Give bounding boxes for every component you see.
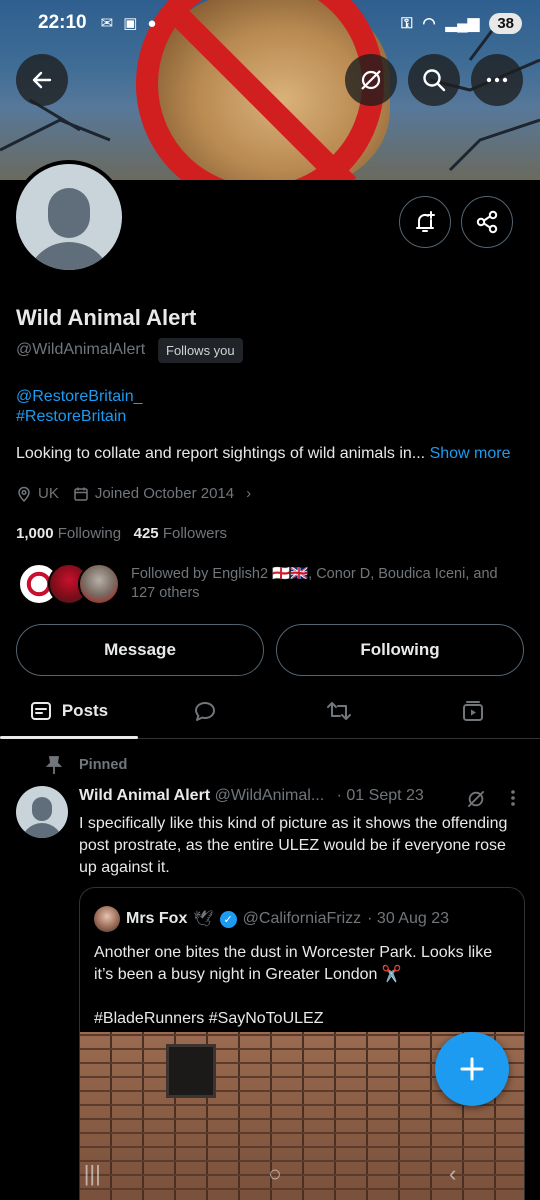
more-options-button[interactable] (471, 54, 523, 106)
followed-by-text[interactable]: Followed by English2 🏴󠁧󠁢󠁥󠁮󠁧󠁿🇬🇧, Conor D,… (131, 565, 521, 603)
quoted-post-date: · 30 Aug 23 (367, 910, 449, 927)
key-icon: ⚿ (401, 14, 413, 32)
profile-page: 22:10 ✉ ▣ ● ⚿ ◠ ▂▄▆ 38 Wild Animal Alert… (0, 0, 540, 1200)
post-header: Wild Animal Alert @WildAnimal... · 01 Se… (79, 787, 424, 805)
location-pin-icon (18, 486, 30, 502)
bio-hashtag-link[interactable]: #RestoreBritain (16, 408, 126, 426)
followed-by-avatars[interactable] (18, 563, 128, 605)
grok-post-icon[interactable] (465, 788, 487, 810)
search-icon (423, 69, 446, 92)
show-more-link[interactable]: Show more (430, 445, 511, 462)
profile-bio: Looking to collate and report sightings … (16, 445, 511, 463)
active-tab-indicator (0, 736, 138, 739)
quoted-post-header: Mrs Fox 🕊 ✓ @CaliforniaFrizz · 30 Aug 23 (94, 906, 449, 932)
post-more-icon[interactable] (508, 788, 518, 808)
followers-count-link[interactable]: 425 Followers (134, 525, 227, 542)
share-button[interactable] (461, 196, 513, 248)
compose-post-button[interactable] (435, 1032, 509, 1106)
grok-button[interactable] (345, 54, 397, 106)
verified-badge-icon: ✓ (219, 910, 237, 928)
share-icon (476, 210, 498, 234)
pinned-label: Pinned (79, 757, 128, 773)
post-author-avatar[interactable] (16, 786, 68, 838)
system-nav-bar: ||| ○ ‹ (0, 1148, 540, 1200)
battery-indicator: 38 (489, 12, 522, 34)
following-count: 1,000 (16, 525, 54, 542)
quoted-author-name: Mrs Fox (126, 910, 188, 927)
tab-reposts[interactable] (272, 683, 406, 739)
grok-icon (361, 70, 381, 90)
wall-window (166, 1044, 216, 1098)
more-icon (486, 77, 508, 83)
status-bar: 22:10 ✉ ▣ ● ⚿ ◠ ▂▄▆ 38 (0, 0, 540, 46)
bio-mention-link[interactable]: @RestoreBritain_ (16, 388, 143, 406)
profile-name: Wild Animal Alert (16, 305, 197, 330)
following-button[interactable]: Following (276, 624, 524, 676)
posts-icon (30, 702, 51, 720)
post-author-handle[interactable]: @WildAnimal... (215, 787, 325, 804)
profile-meta: UK Joined October 2014 › (16, 485, 251, 502)
tab-media[interactable] (406, 683, 540, 739)
signal-icon: ▂▄▆ (445, 15, 480, 32)
default-avatar (16, 164, 122, 270)
quoted-post-text: Another one bites the dust in Worcester … (94, 942, 514, 1030)
screenshot-icon: ▣ (123, 15, 138, 32)
quoted-post-hashtags[interactable]: #BladeRunners #SayNoToULEZ (94, 1008, 514, 1030)
followers-label: Followers (162, 525, 227, 542)
post-text: I specifically like this kind of picture… (79, 815, 508, 876)
status-time: 22:10 (38, 12, 87, 33)
bio-text: Looking to collate and report sightings … (16, 445, 426, 462)
follows-you-badge: Follows you (158, 338, 243, 363)
quoted-post-body: Another one bites the dust in Worcester … (94, 944, 493, 983)
profile-avatar[interactable] (12, 160, 126, 274)
message-button[interactable]: Message (16, 624, 264, 676)
recent-apps-icon[interactable]: ||| (84, 1161, 101, 1187)
profile-joined: Joined October 2014 (94, 485, 235, 502)
notifications-subscribe-button[interactable] (399, 196, 451, 248)
news-icon: ● (147, 14, 157, 32)
back-button[interactable] (16, 54, 68, 106)
following-label: Following (57, 525, 122, 542)
post-date[interactable]: · 01 Sept 23 (337, 787, 424, 804)
repost-icon (327, 702, 351, 720)
home-icon[interactable]: ○ (268, 1161, 281, 1187)
profile-location: UK (38, 485, 59, 502)
reply-icon (195, 702, 215, 721)
plus-icon (460, 1057, 484, 1081)
search-button[interactable] (408, 54, 460, 106)
tab-replies[interactable] (138, 683, 272, 739)
notification-icon: ✉ (100, 15, 114, 32)
follower-avatar (78, 563, 120, 605)
bell-plus-icon (416, 211, 435, 232)
calendar-icon (74, 487, 88, 501)
back-nav-icon[interactable]: ‹ (449, 1161, 456, 1187)
tab-posts[interactable]: Posts (0, 683, 138, 739)
post-author-name[interactable]: Wild Animal Alert (79, 787, 210, 804)
pin-icon (45, 756, 63, 774)
quoted-author-avatar (94, 906, 120, 932)
profile-tabs: Posts (0, 683, 540, 739)
wifi-icon: ◠ (422, 15, 436, 32)
profile-handle: @WildAnimalAlert (16, 341, 146, 358)
media-icon (463, 701, 483, 721)
followers-count: 425 (133, 525, 159, 542)
dove-emoji: 🕊 (193, 911, 214, 928)
chevron-right-icon[interactable]: › (246, 485, 251, 502)
quoted-author-handle: @CaliforniaFrizz (242, 910, 362, 927)
following-count-link[interactable]: 1,000 Following (16, 525, 121, 542)
follow-counts: 1,000 Following 425 Followers (16, 525, 227, 542)
arrow-left-icon (32, 71, 52, 89)
tab-posts-label: Posts (61, 701, 109, 720)
